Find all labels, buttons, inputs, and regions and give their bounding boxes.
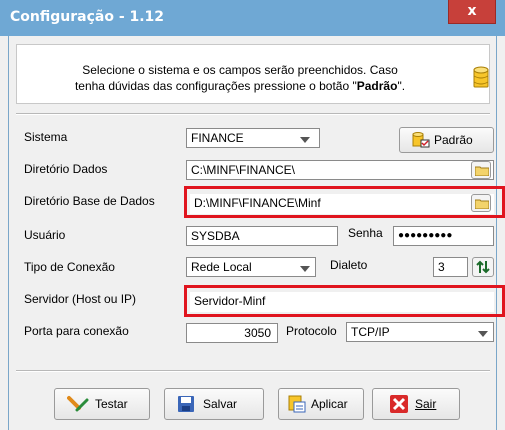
info-line-2: tenha dúvidas das configurações pression… [74,79,406,93]
apply-icon [288,395,306,413]
chevron-down-icon [300,266,310,272]
padrao-label: Padrão [434,133,473,147]
salvar-button[interactable]: Salvar [164,388,264,420]
database-icon [473,66,489,88]
usuario-label: Usuário [24,228,66,242]
database-check-icon [412,132,430,148]
testar-label: Testar [95,397,128,411]
dialeto-input[interactable]: 3 [433,257,468,277]
testar-button[interactable]: Testar [54,388,150,420]
save-icon [178,396,194,412]
info-text: Selecione o sistema e os campos serão pr… [20,62,460,94]
salvar-label: Salvar [203,397,238,411]
dialeto-label: Dialeto [330,258,368,272]
diretorio-dados-input[interactable]: C:\MINF\FINANCE\ [186,160,494,180]
browse-dados-button[interactable] [471,161,491,179]
config-window: Configuração - 1.12 x Selecione o sistem… [0,0,505,430]
diretorio-dados-label: Diretório Dados [24,162,108,176]
tipo-conexao-label: Tipo de Conexão [24,260,115,274]
sistema-label: Sistema [24,130,68,144]
separator-bottom [16,370,490,372]
exit-icon [390,395,408,413]
protocolo-label: Protocolo [286,324,337,338]
senha-input[interactable]: ●●●●●●●●● [393,226,494,246]
usuario-input[interactable]: SYSDBA [186,226,338,246]
senha-label: Senha [348,226,383,240]
porta-label: Porta para conexão [24,324,129,338]
padrao-button[interactable]: Padrão [399,127,494,153]
info-line-1: Selecione o sistema e os campos serão pr… [82,63,398,77]
highlight-servidor [184,285,505,317]
dialeto-stepper-button[interactable] [472,257,494,277]
aplicar-label: Aplicar [311,397,348,411]
chevron-down-icon [300,137,310,143]
servidor-label: Servidor (Host ou IP) [24,292,137,306]
folder-icon [475,166,489,176]
sair-button[interactable]: Sair [372,388,460,420]
test-tool-icon [67,396,89,412]
aplicar-button[interactable]: Aplicar [278,388,364,420]
porta-input[interactable]: 3050 [186,323,278,343]
protocolo-select[interactable]: TCP/IP [346,322,494,342]
close-button[interactable]: x [448,0,496,24]
separator-top [16,113,490,115]
tipo-conexao-select[interactable]: Rede Local [186,257,316,277]
sort-arrows-icon [476,260,490,274]
chevron-down-icon [478,331,488,337]
diretorio-base-label: Diretório Base de Dados [24,194,155,208]
window-title: Configuração - 1.12 [10,9,165,25]
highlight-base-dados [184,186,505,218]
title-bar: Configuração - 1.12 x [0,0,505,36]
sair-label: Sair [415,397,437,411]
